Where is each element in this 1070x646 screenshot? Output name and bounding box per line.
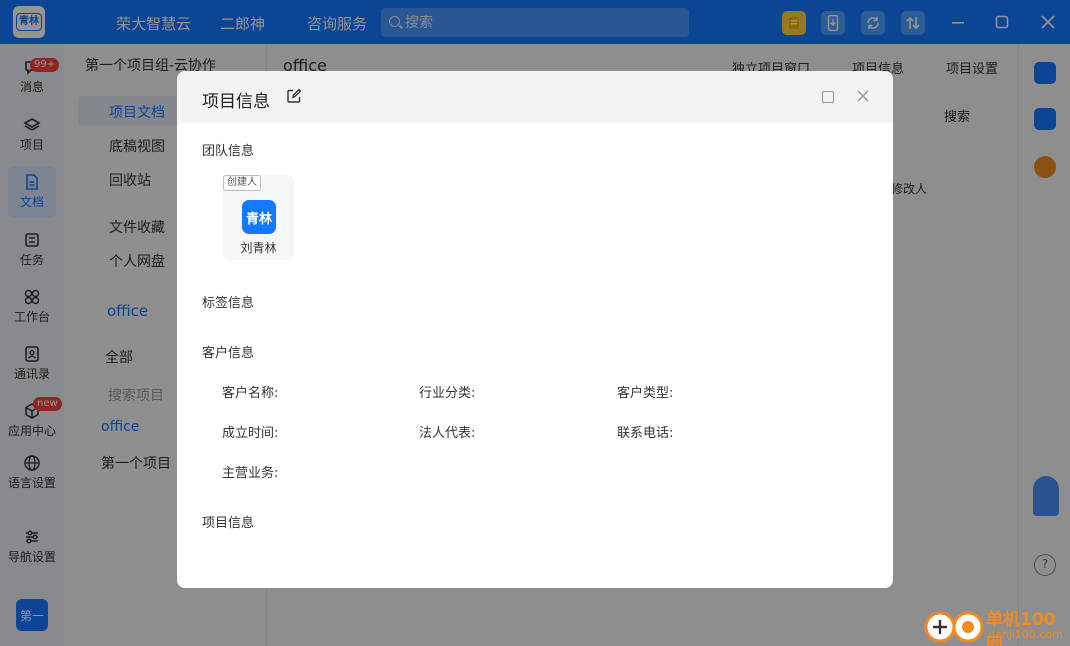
modal-title: 项目信息 [202,92,270,112]
modal-maximize-button[interactable] [822,91,834,103]
project-section-title: 项目信息 [202,516,255,531]
modal-header: 项目信息 [177,71,893,123]
member-name: 刘青林 [240,241,277,255]
watermark: 单机100网 danji100.com [922,603,1070,646]
watermark-logo-icon [924,611,984,643]
field-legal-rep: 法人代表: [419,426,476,441]
field-founded: 成立时间: [222,426,279,441]
project-info-modal: 项目信息 团队信息 创建人 青林 刘青林 标签信息 客户信息 客户名称: 行业分… [177,71,893,588]
member-card[interactable]: 创建人 青林 刘青林 [223,175,294,260]
creator-tag: 创建人 [223,175,261,191]
watermark-url: danji100.com [988,628,1063,641]
member-avatar: 青林 [242,200,276,234]
field-customer-type: 客户类型: [617,386,674,401]
field-industry: 行业分类: [419,386,476,401]
customer-section-title: 客户信息 [202,346,255,361]
field-phone: 联系电话: [617,426,674,441]
member-avatar-text: 青林 [245,211,272,227]
edit-icon[interactable] [286,88,302,104]
modal-close-button[interactable] [856,89,870,103]
field-customer-name: 客户名称: [222,386,279,401]
tag-section-title: 标签信息 [202,296,255,311]
field-main-business: 主营业务: [222,466,279,481]
team-section-title: 团队信息 [202,144,255,159]
